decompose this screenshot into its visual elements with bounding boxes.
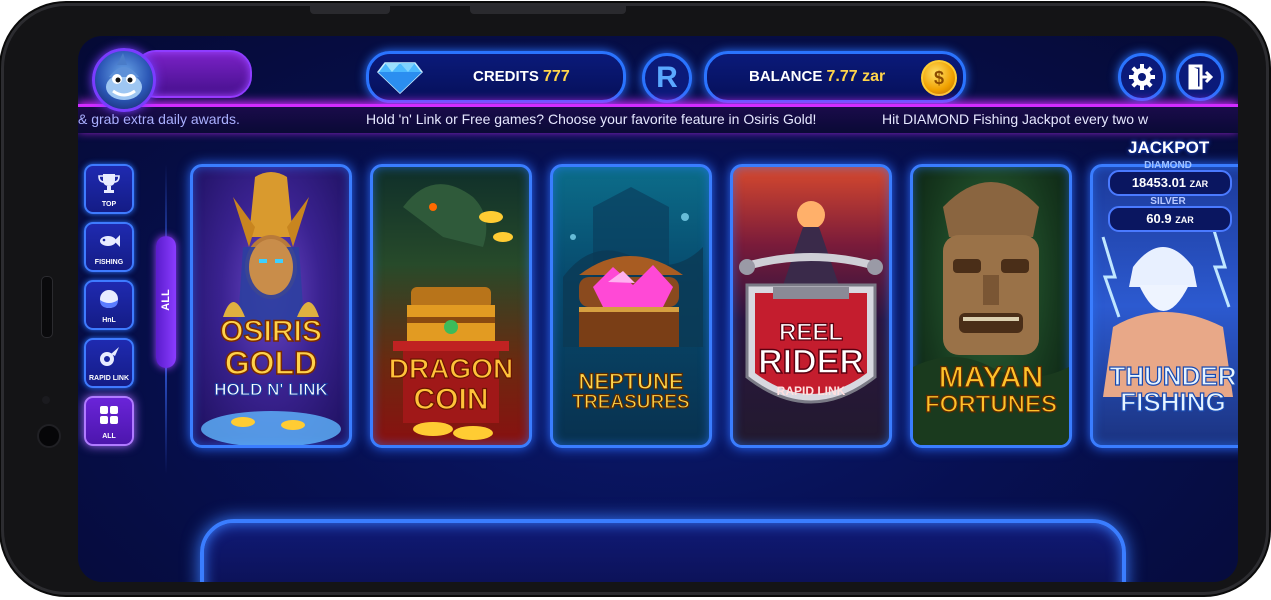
game-title: MAYAN — [938, 361, 1044, 394]
settings-button[interactable] — [1118, 53, 1166, 101]
game-lobby-screen: CREDITS 777 R BALANCE 7.77 zar $ & grab … — [78, 36, 1238, 582]
ticker-item: Hit DIAMOND Fishing Jackpot every two w — [882, 111, 1149, 127]
category-label: TOP — [101, 201, 117, 208]
credits-label: CREDITS — [473, 68, 539, 85]
game-title: TREASURES — [572, 392, 690, 413]
game-title: GOLD — [224, 345, 318, 381]
orb-icon — [100, 290, 118, 308]
game-card-mayan-fortunes[interactable]: MAYAN FORTUNES — [910, 164, 1072, 448]
fish-icon — [100, 235, 120, 247]
rapid-link-icon — [100, 347, 119, 366]
reel-rider-art-image — [739, 201, 883, 404]
game-card-osiris-gold[interactable]: OSIRIS GOLD HOLD N' LINK — [190, 164, 352, 448]
game-title: OSIRIS — [219, 315, 322, 348]
gear-icon — [1129, 64, 1155, 90]
news-ticker: & grab extra daily awards. Hold 'n' Link… — [78, 104, 1238, 133]
jackpot-silver-value: 60.9 — [1146, 211, 1172, 226]
player-avatar[interactable] — [92, 48, 156, 112]
phone-top-button — [310, 6, 390, 14]
game-title: THUNDER — [1109, 361, 1237, 391]
active-category-label: ALL — [160, 289, 172, 311]
ticker-item: & grab extra daily awards. — [78, 111, 240, 127]
phone-camera — [37, 424, 61, 448]
balance-label: BALANCE — [749, 68, 823, 85]
phone-speaker — [41, 276, 53, 338]
phone-frame: CREDITS 777 R BALANCE 7.77 zar $ & grab … — [4, 6, 1266, 592]
active-category-tab[interactable]: ALL — [156, 236, 176, 368]
game-subtitle: RAPID LINK — [776, 384, 846, 398]
jackpot-diamond-value: 18453.01 — [1131, 175, 1187, 190]
shark-avatar-icon — [106, 53, 142, 100]
game-card-dragon-coin[interactable]: DRAGON COIN — [370, 164, 532, 448]
jackpot-diamond-row: 18453.01 ZAR — [1108, 170, 1232, 196]
game-subtitle: HOLD N' LINK — [214, 380, 329, 399]
game-title: NEPTUNE — [578, 369, 684, 394]
category-hnl[interactable]: HnL — [84, 280, 134, 330]
category-label: FISHING — [94, 259, 124, 266]
category-all[interactable]: ALL — [84, 396, 134, 446]
jackpot-silver-row: 60.9 ZAR — [1108, 206, 1232, 232]
game-title: DRAGON — [388, 353, 514, 384]
r-badge-button[interactable]: R — [642, 53, 692, 103]
osiris-art-image — [201, 172, 341, 445]
game-title: FISHING — [1120, 387, 1227, 417]
category-label: ALL — [102, 433, 116, 440]
category-label: RAPID LINK — [88, 375, 130, 382]
category-top[interactable]: TOP — [84, 164, 134, 214]
grid-icon — [100, 406, 118, 424]
balance-pill[interactable]: BALANCE 7.77 zar $ — [704, 51, 966, 103]
jackpot-panel: JACKPOT DIAMOND 18453.01 ZAR SILVER 60.9… — [1090, 136, 1238, 232]
game-title: COIN — [413, 383, 489, 416]
ticker-item: Hold 'n' Link or Free games? Choose your… — [366, 111, 817, 127]
phone-top-button — [470, 6, 626, 14]
diamond-icon — [377, 62, 423, 94]
game-title: FORTUNES — [924, 391, 1057, 418]
trophy-icon — [98, 174, 120, 193]
logout-icon — [1188, 64, 1214, 90]
game-card-neptune-treasures[interactable]: NEPTUNE TREASURES — [550, 164, 712, 448]
game-title: RIDER — [757, 343, 864, 381]
category-fishing[interactable]: FISHING — [84, 222, 134, 272]
category-rapid-link[interactable]: RAPID LINK — [84, 338, 134, 388]
game-title: REEL — [778, 319, 843, 346]
logout-button[interactable] — [1176, 53, 1224, 101]
balance-value: 7.77 zar — [826, 68, 886, 85]
category-label: HnL — [102, 317, 116, 324]
phone-sensor — [42, 396, 50, 404]
credits-value: 777 — [543, 68, 570, 85]
jackpot-currency: ZAR — [1175, 215, 1194, 225]
game-card-reel-rider[interactable]: REEL RIDER RAPID LINK — [730, 164, 892, 448]
credits-pill[interactable]: CREDITS 777 — [366, 51, 626, 103]
coin-icon: $ — [921, 60, 957, 96]
bottom-action-bar[interactable] — [200, 519, 1126, 582]
jackpot-title: JACKPOT — [1128, 138, 1210, 157]
jackpot-currency: ZAR — [1189, 179, 1209, 189]
